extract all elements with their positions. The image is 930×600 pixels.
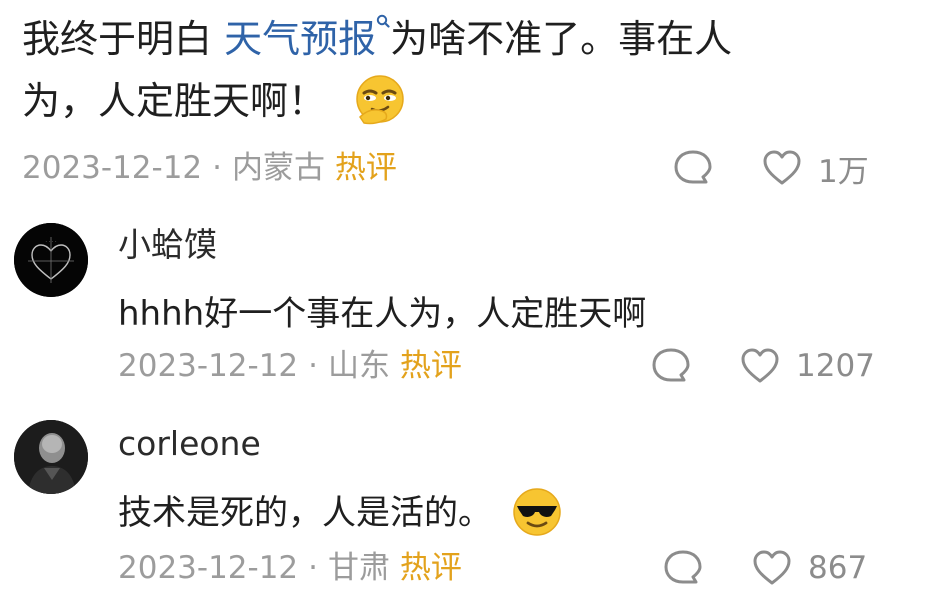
main-comment-text-start: 我终于明白 (22, 17, 225, 61)
reply-button[interactable] (672, 146, 714, 190)
reply-meta: 2023-12-12 · 甘肃 热评 (118, 546, 462, 590)
main-comment-line-2: 为，人定胜天啊！ (22, 70, 902, 132)
weather-forecast-link[interactable]: 天气预报 (224, 17, 376, 61)
like-count: 1207 (796, 348, 875, 384)
like-button[interactable]: 867 (752, 546, 867, 590)
main-comment-line-1: 我终于明白 天气预报 为啥不准了。事在人 (22, 8, 902, 70)
like-count: 867 (808, 550, 868, 586)
comment-date: 2023-12-12 (118, 550, 299, 586)
avatar[interactable]: · · · · (14, 223, 88, 297)
main-comment-meta: 2023-12-12 · 内蒙古 热评 (22, 146, 397, 190)
comment-date: 2023-12-12 (22, 150, 203, 186)
reply-text: 技术是死的，人是活的。 (118, 487, 563, 538)
svg-text:· · · ·: · · · · (45, 239, 57, 245)
main-comment-text-end: 为啥不准了。事在人 (390, 17, 733, 61)
heart-icon (741, 348, 779, 383)
main-comment-text: 我终于明白 天气预报 为啥不准了。事在人 为，人定胜天啊！ (22, 8, 902, 132)
reply-button[interactable] (650, 344, 692, 388)
comment-bubble-icon (652, 348, 690, 382)
avatar-portrait-image (14, 420, 88, 494)
hot-comment-badge: 热评 (399, 348, 462, 384)
comment-bubble-icon (664, 550, 702, 584)
hot-comment-badge: 热评 (399, 550, 462, 586)
avatar-heart-image: · · · · (14, 223, 88, 297)
main-comment-text-line2: 为，人定胜天啊！ (22, 79, 327, 123)
reply-meta: 2023-12-12 · 山东 热评 (118, 344, 462, 388)
meta-separator: · (308, 348, 319, 384)
reply-text: hhhh好一个事在人为，人定胜天啊 (118, 294, 647, 334)
comment-bubble-icon (674, 150, 712, 184)
comment-location: 山东 (328, 348, 391, 384)
comment-location: 甘肃 (328, 550, 391, 586)
reply-username[interactable]: corleone (118, 421, 261, 467)
like-button[interactable]: 1万 (762, 146, 869, 190)
comment-date: 2023-12-12 (118, 348, 299, 384)
reply-button[interactable] (662, 546, 704, 590)
reply-username[interactable]: 小蛤馍 (118, 222, 217, 268)
meta-separator: · (212, 150, 223, 186)
heart-icon (763, 150, 801, 185)
sunglasses-emoji-icon (513, 487, 561, 536)
smirk-emoji-icon (356, 74, 404, 124)
hot-comment-badge: 热评 (334, 150, 397, 186)
heart-icon (753, 550, 791, 585)
like-button[interactable]: 1207 (740, 344, 875, 388)
avatar[interactable] (14, 420, 88, 494)
comment-location: 内蒙古 (232, 150, 326, 186)
meta-separator: · (308, 550, 319, 586)
search-icon[interactable] (376, 14, 390, 36)
reply-text-content: 技术是死的，人是活的。 (118, 493, 492, 533)
like-count: 1万 (818, 153, 869, 190)
